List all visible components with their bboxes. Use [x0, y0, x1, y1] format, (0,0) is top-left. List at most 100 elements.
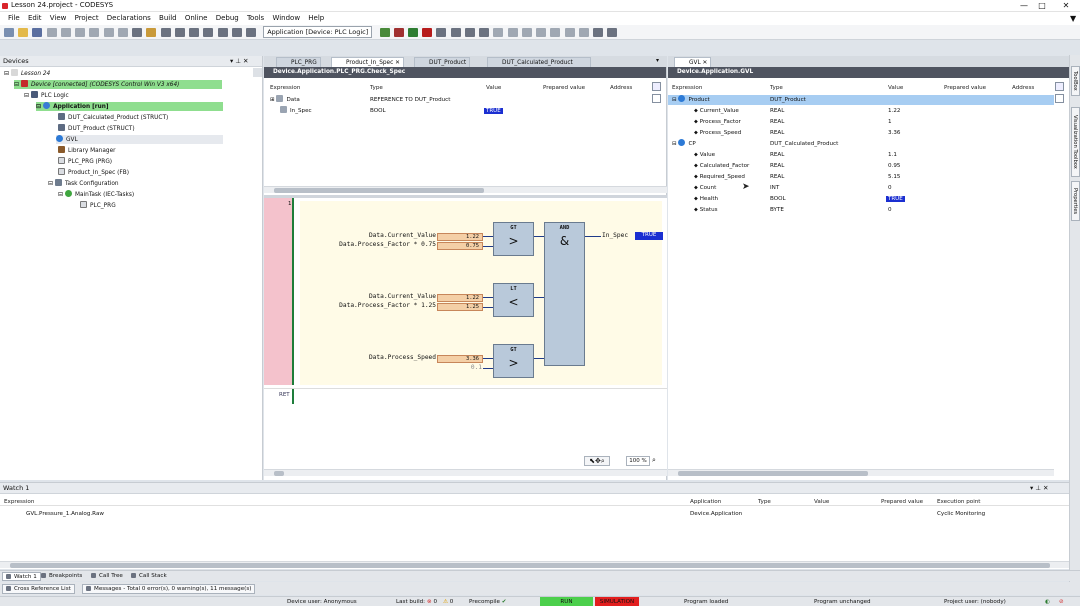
tab-breakpoints[interactable]: Breakpoints	[38, 572, 85, 581]
menu-tools[interactable]: Tools	[247, 12, 264, 25]
breakpoint-icon[interactable]	[493, 28, 504, 37]
tree-item-dut-calculated-product[interactable]: DUT_Calculated_Product (STRUCT)	[58, 113, 168, 122]
cut-icon[interactable]	[75, 28, 86, 37]
unforce-icon[interactable]	[479, 28, 490, 37]
status-precompile[interactable]: Precompile ✔	[469, 597, 506, 606]
tab-plc-prg[interactable]: PLC_PRG	[276, 57, 321, 67]
declaration-hscrollbar[interactable]	[264, 186, 667, 193]
row-calculated-factor[interactable]: ⬥ Calculated_Factor	[694, 161, 749, 171]
logout-icon[interactable]	[393, 28, 404, 37]
save-icon[interactable]	[32, 28, 43, 37]
row-in-spec[interactable]: In_Spec	[280, 106, 312, 116]
bookmark-next-icon[interactable]	[189, 28, 200, 37]
status-info-icon[interactable]: ◐	[1045, 597, 1050, 606]
start-icon[interactable]	[408, 28, 418, 37]
write-icon[interactable]	[450, 28, 461, 37]
menu-help[interactable]: Help	[308, 12, 324, 25]
row-cp[interactable]: ⊟ CP	[672, 139, 696, 149]
menu-build[interactable]: Build	[159, 12, 177, 25]
tree-item-dut-product[interactable]: DUT_Product (STRUCT)	[58, 124, 135, 133]
set-next-icon[interactable]	[564, 28, 575, 37]
flow-icon[interactable]	[607, 28, 618, 37]
watch-hscrollbar[interactable]	[0, 561, 1069, 568]
tab-gvl[interactable]: GVL ✕	[674, 57, 712, 67]
row-value[interactable]: ⬥ Value	[694, 150, 715, 160]
run-to-cursor-icon[interactable]	[550, 28, 561, 37]
bookmark-prev-icon[interactable]	[203, 28, 214, 37]
scroll-thumb[interactable]	[10, 563, 1050, 568]
rebuild-icon[interactable]	[160, 28, 171, 37]
close-button[interactable]: ✕	[1058, 0, 1074, 11]
menu-view[interactable]: View	[50, 12, 67, 25]
menu-edit[interactable]: Edit	[28, 12, 42, 25]
tab-watch-1[interactable]: Watch 1	[2, 572, 41, 581]
menu-overflow-icon[interactable]: ▼	[1070, 12, 1076, 25]
row-required-speed[interactable]: ⬥ Required_Speed	[694, 172, 745, 182]
status-connection-icon[interactable]: ⊘	[1059, 597, 1064, 606]
menu-debug[interactable]: Debug	[216, 12, 239, 25]
tab-cross-reference-list[interactable]: Cross Reference List	[2, 584, 75, 594]
menu-project[interactable]: Project	[75, 12, 99, 25]
scroll-thumb[interactable]	[274, 471, 284, 476]
row-status[interactable]: ⬥ Status	[694, 205, 718, 215]
gt-block-1[interactable]: GT >	[493, 222, 534, 256]
close-tab-icon[interactable]: ✕	[395, 60, 400, 66]
tab-call-tree[interactable]: Call Tree	[88, 572, 126, 581]
bookmark-icon[interactable]	[174, 28, 185, 37]
tab-properties[interactable]: Properties	[1071, 181, 1080, 221]
row-process-factor[interactable]: ⬥ Process_Factor	[694, 117, 741, 127]
monitor-grid-icon[interactable]	[1055, 82, 1064, 91]
menu-online[interactable]: Online	[185, 12, 208, 25]
show-current-icon[interactable]	[578, 28, 589, 37]
row-process-speed[interactable]: ⬥ Process_Speed	[694, 128, 741, 138]
tab-dut-product[interactable]: DUT_Product	[414, 57, 471, 67]
login-icon[interactable]	[379, 28, 390, 37]
menu-window[interactable]: Window	[272, 12, 300, 25]
monitor-grid-icon[interactable]	[652, 82, 661, 91]
tree-item-project[interactable]: ⊟ Lesson 24	[4, 69, 50, 78]
tree-item-plc-logic[interactable]: ⊟ PLC Logic	[24, 91, 69, 100]
zoom-icon[interactable]	[245, 28, 256, 37]
tab-product-in-spec[interactable]: Product_In_Spec ✕	[331, 57, 405, 67]
tree-item-maintask[interactable]: ⊟ MainTask (IEC-Tasks)	[58, 190, 134, 199]
pin-icon[interactable]: ▾ ⊥ ✕	[230, 56, 249, 67]
tab-visualization-toolbox[interactable]: Visualization Toolbox	[1071, 107, 1080, 177]
and-block[interactable]: AND &	[544, 222, 585, 366]
row-health[interactable]: ⬥ Health	[694, 194, 718, 204]
cart-icon[interactable]	[593, 28, 604, 37]
gt-block-2[interactable]: GT >	[493, 344, 534, 378]
view-icon[interactable]	[217, 28, 228, 37]
step-over-icon[interactable]	[507, 28, 518, 37]
pin-icon[interactable]: ▾ ⊥ ✕	[1030, 483, 1049, 494]
minimize-button[interactable]: —	[1016, 0, 1032, 11]
tab-dut-calculated-product[interactable]: DUT_Calculated_Product	[487, 57, 591, 67]
tree-item-library-manager[interactable]: Library Manager	[58, 146, 116, 155]
layout-icon[interactable]	[231, 28, 242, 37]
redo-icon[interactable]	[60, 28, 71, 37]
undo-icon[interactable]	[46, 28, 57, 37]
tree-item-device[interactable]: ⊟ Device [connected] (CODESYS Control Wi…	[14, 80, 222, 89]
tab-list-icon[interactable]: ▾	[656, 57, 659, 64]
zoom-icon[interactable]: ⌕	[652, 456, 661, 466]
text-view-icon[interactable]	[1055, 94, 1064, 103]
close-tab-icon[interactable]: ✕	[703, 60, 708, 66]
copy-icon[interactable]	[89, 28, 100, 37]
tab-toolbox[interactable]: ToolBox	[1071, 66, 1080, 96]
scroll-thumb[interactable]	[678, 471, 868, 476]
scroll-thumb[interactable]	[274, 188, 484, 193]
step-out-icon[interactable]	[536, 28, 547, 37]
row-count[interactable]: ⬥ Count	[694, 183, 716, 193]
menu-file[interactable]: File	[8, 12, 20, 25]
zoom-level[interactable]: 100 %	[626, 456, 650, 466]
pointer-zoom-tools[interactable]: ⬉✥⌕	[584, 456, 610, 466]
force-icon[interactable]	[464, 28, 475, 37]
gvl-hscrollbar[interactable]	[668, 469, 1054, 476]
row-current-value[interactable]: ⬥ Current_Value	[694, 106, 739, 116]
tree-item-gvl[interactable]: GVL	[56, 135, 223, 144]
open-icon[interactable]	[18, 28, 29, 37]
text-view-icon[interactable]	[652, 94, 661, 103]
new-icon[interactable]	[4, 28, 14, 37]
row-product[interactable]: ⊟ Product	[672, 95, 710, 105]
lt-block[interactable]: LT <	[493, 283, 534, 317]
watch-row-expression[interactable]: GVL.Pressure_1.Analog.Raw	[26, 509, 104, 519]
